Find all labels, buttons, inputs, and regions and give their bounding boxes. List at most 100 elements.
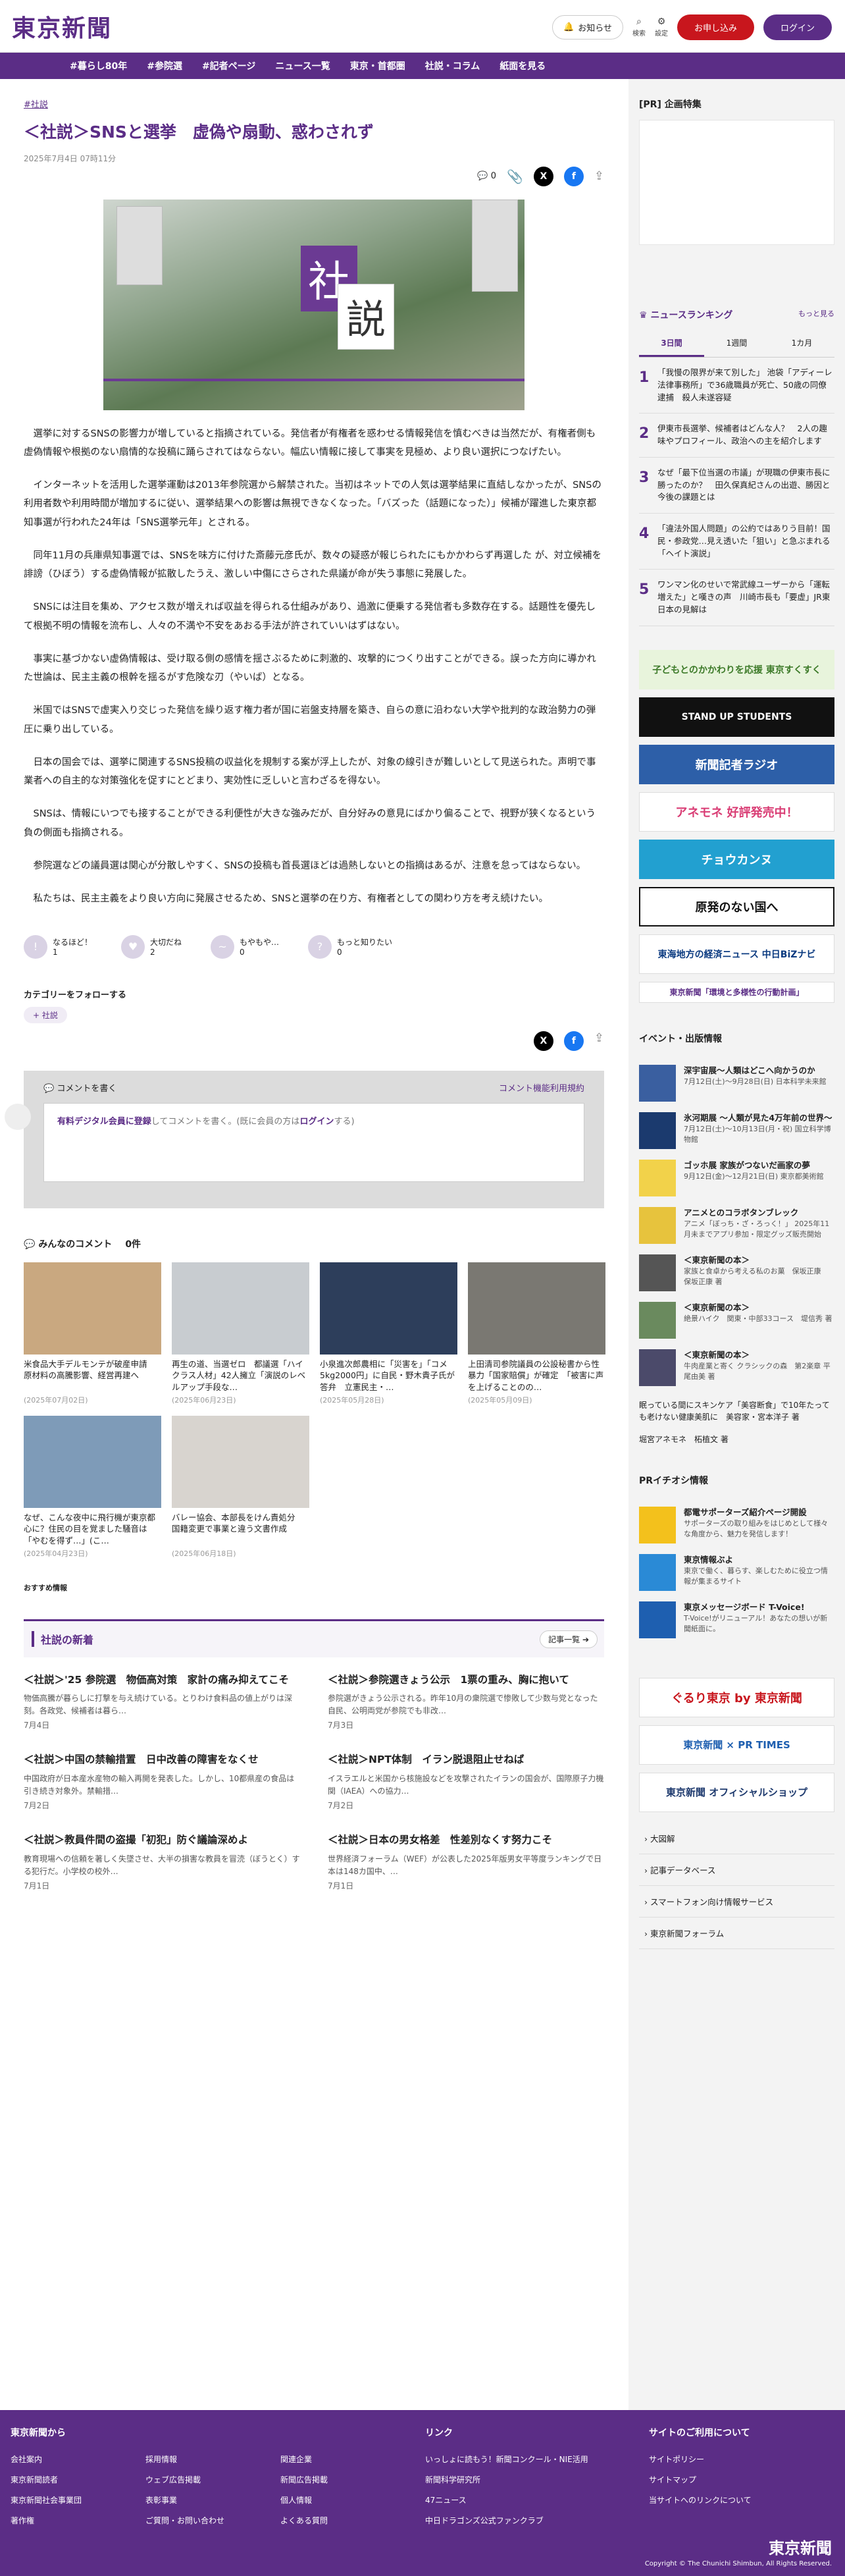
footer-link[interactable]: 47ニュース: [425, 2494, 609, 2506]
footer-link[interactable]: 会社案内: [11, 2454, 145, 2465]
pr-slot[interactable]: [639, 120, 834, 245]
footer-link[interactable]: サイトマップ: [649, 2474, 820, 2485]
event-item[interactable]: ＜東京新聞の本＞ 家族と食卓から考える私のお菓 保坂正康 保坂正康 著: [639, 1254, 834, 1291]
event-item[interactable]: ＜東京新聞の本＞ 牛肉産業と寄く クラシックの森 第2楽章 平尾由美 著: [639, 1349, 834, 1386]
tab-1week[interactable]: 1週間: [704, 331, 769, 357]
settings-button[interactable]: ⚙ 設定: [655, 17, 668, 38]
sidebar-link[interactable]: › スマートフォン向け情報サービス: [639, 1886, 834, 1918]
comment-count[interactable]: 💬 0: [477, 171, 496, 181]
ranking-item[interactable]: 5 ワンマン化のせいで常武線ユーザーから「運転増えた」と嘆きの声 川崎市長も「要虚…: [639, 570, 834, 626]
editorial-item[interactable]: ＜社説＞NPT体制 イラン脱退阻止せねば イスラエルと米国から核施設などを攻撃され…: [328, 1753, 604, 1811]
footer-link[interactable]: 採用情報: [145, 2454, 280, 2465]
tab-3days[interactable]: 3日間: [639, 331, 704, 357]
nav-item[interactable]: #参院選: [147, 59, 182, 72]
footer-link[interactable]: ご質問・お問い合わせ: [145, 2515, 280, 2526]
editorial-item[interactable]: ＜社説＞中国の禁輸措置 日中改善の障害をなくせ 中国政府が日本産水産物の輸入再開を…: [24, 1753, 300, 1811]
related-card[interactable]: 米食品大手デルモンテが破産申請 原材料の高騰影響、経営再建へ (2025年07月0…: [24, 1262, 161, 1405]
banner-shop[interactable]: 東京新聞 オフィシャルショップ: [639, 1772, 834, 1812]
facebook-share-icon[interactable]: f: [563, 166, 584, 186]
reaction-button[interactable]: ♥ 大切だね 2: [121, 934, 182, 959]
site-logo[interactable]: 東京新聞: [12, 9, 112, 43]
editorial-item[interactable]: ＜社説＞'25 参院選 物価高対策 家計の痛み抑えてこそ 物価高騰が暮らしに打撃を…: [24, 1673, 300, 1731]
banner-prtimes[interactable]: 東京新聞 × PR TIMES: [639, 1725, 834, 1765]
reaction-button[interactable]: ? もっと知りたい 0: [308, 934, 392, 959]
sidebar-link[interactable]: › 東京新聞フォーラム: [639, 1918, 834, 1949]
follow-chip[interactable]: + 社説: [24, 1006, 67, 1023]
banner-anemone[interactable]: アネモネ 好評発売中！: [639, 792, 834, 832]
editorial-item[interactable]: ＜社説＞教員件間の盗撮「初犯」防ぐ議論深めよ 教育現場への信頼を著しく失墜させ、大…: [24, 1833, 300, 1891]
event-item[interactable]: ゴッホ展 家族がつないだ画家の夢 9月12日(金)〜12月21日(日) 東京都美術…: [639, 1159, 834, 1196]
banner-radio[interactable]: 新聞記者ラジオ: [639, 744, 834, 784]
banner-bizunavi[interactable]: 東海地方の経済ニュース 中日BiZナビ: [639, 934, 834, 974]
footer-link[interactable]: ウェブ広告掲載: [145, 2474, 280, 2485]
footer-link[interactable]: 関連企業: [280, 2454, 415, 2465]
ranking-item[interactable]: 4 「違法外国人問題」の公約ではありう目前！国民・参政党…見え透いた「狙い」と急ぶ…: [639, 514, 834, 570]
banner-gururi[interactable]: ぐるり東京 by 東京新聞: [639, 1677, 834, 1717]
footer-link[interactable]: 個人情報: [280, 2494, 415, 2506]
nav-item[interactable]: #暮らし80年: [70, 59, 127, 72]
banner-standup[interactable]: STAND UP STUDENTS: [639, 697, 834, 737]
nav-item[interactable]: 紙面を見る: [499, 59, 546, 72]
banner-sukusuku[interactable]: 子どもとのかかわりを応援 東京すくすく: [639, 649, 834, 689]
sidebar-link[interactable]: › 記事データベース: [639, 1854, 834, 1886]
category-tag[interactable]: #社説: [24, 97, 604, 110]
share-icon[interactable]: ⇪: [594, 1031, 604, 1051]
x-share-icon[interactable]: X: [533, 1031, 553, 1051]
reaction-button[interactable]: ~ もやもや… 0: [211, 934, 279, 959]
pr-item[interactable]: 東京メッセージボード T-Voice! T-Voice!がリニューアル！あなたの想…: [639, 1601, 834, 1638]
event-item[interactable]: ＜東京新聞の本＞ 絶景ハイク 関東・中部33コース 堤信秀 著: [639, 1301, 834, 1339]
nav-item[interactable]: ニュース一覧: [275, 59, 330, 72]
footer-link[interactable]: 著作権: [11, 2515, 145, 2526]
related-card[interactable]: 小泉進次郎農相に「災害を」「コメ5kg2000円」に自民・野木貴子氏が答弁 立憲…: [320, 1262, 457, 1405]
footer-link[interactable]: 新聞科学研究所: [425, 2474, 609, 2485]
promo-link[interactable]: 堀宮アネモネ 柘植文 著: [639, 1434, 834, 1445]
editorial-more-button[interactable]: 記事一覧 ➔: [540, 1630, 598, 1648]
nav-item[interactable]: #記者ページ: [202, 59, 255, 72]
register-link[interactable]: 有料デジタル会員に登録: [57, 1117, 151, 1127]
editorial-item[interactable]: ＜社説＞参院選きょう公示 1票の重み、胸に抱いて 参院選がきょう公示される。昨年1…: [328, 1673, 604, 1731]
editorial-item[interactable]: ＜社説＞日本の男女格差 性差別なくす努力こそ 世界経済フォーラム（WEF）が公表し…: [328, 1833, 604, 1891]
footer-link[interactable]: 中日ドラゴンズ公式ファンクラブ: [425, 2515, 609, 2526]
related-card[interactable]: 上田清司参院議員の公設秘書から性暴力「国家賠償」が確定 「被害に声を上げることの…: [468, 1262, 605, 1405]
related-card[interactable]: なぜ、こんな夜中に飛行機が東京都心に？住民の目を覚ました騒音は「やむを得ず…」(…: [24, 1415, 161, 1559]
ranking-more-link[interactable]: もっと見る: [798, 308, 834, 321]
sidebar-link[interactable]: › 大図解: [639, 1823, 834, 1854]
comment-input[interactable]: 有料デジタル会員に登録してコメントを書く。(既に会員の方はログインする): [5, 1102, 584, 1182]
reaction-button[interactable]: ! なるほど！ 1: [24, 934, 92, 959]
footer-link[interactable]: いっしょに読もう！新聞コンクール・NIE活用: [425, 2454, 609, 2465]
clip-icon[interactable]: 📎: [507, 169, 523, 184]
notice-button[interactable]: 🔔 お知らせ: [552, 15, 623, 40]
banner-genpatsu[interactable]: 原発のない国へ: [639, 886, 834, 926]
event-item[interactable]: 氷河期展 〜人類が見た4万年前の世界〜 7月12日(土)〜10月13日(月・祝) …: [639, 1112, 834, 1149]
related-card[interactable]: バレー協会、本部長をけん責処分 国籍変更で事業と違う文書作成 (2025年06月1…: [172, 1415, 309, 1559]
login-button[interactable]: ログイン: [763, 14, 832, 40]
banner-diversity[interactable]: 東京新聞「環境と多様性の行動計画」: [639, 981, 834, 1003]
footer-link[interactable]: 新聞広告掲載: [280, 2474, 415, 2485]
footer-link[interactable]: よくある質問: [280, 2515, 415, 2526]
nav-item[interactable]: 社説・コラム: [425, 59, 480, 72]
facebook-share-icon[interactable]: f: [563, 1031, 584, 1051]
footer-link[interactable]: 表彰事業: [145, 2494, 280, 2506]
ranking-item[interactable]: 2 伊東市長選挙、候補者はどんな人？ 2人の趣味やプロフィール、政治への主を紹介し…: [639, 414, 834, 458]
related-card[interactable]: 再生の道、当選ゼロ 都議選「ハイクラス人材」42人擁立「演説のレベルアップ手段な…: [172, 1262, 309, 1405]
pr-item[interactable]: 都電サポーターズ紹介ページ開設 サポーターズの取り組みをはじめとして様々な角度から…: [639, 1506, 834, 1543]
comment-rules-link[interactable]: コメント機能利用規約: [499, 1081, 584, 1094]
banner-chokan[interactable]: チョウカンヌ: [639, 839, 834, 879]
footer-link[interactable]: 東京新聞社会事業団: [11, 2494, 145, 2506]
footer-link[interactable]: 当サイトへのリンクについて: [649, 2494, 820, 2506]
nav-item[interactable]: 東京・首都圏: [350, 59, 405, 72]
x-share-icon[interactable]: X: [533, 166, 553, 186]
event-item[interactable]: アニメとのコラボタンブレック アニメ「ぼっち・ざ・ろっく！」 2025年11月未ま…: [639, 1206, 834, 1244]
tab-1month[interactable]: 1カ月: [769, 331, 834, 357]
signup-button[interactable]: お申し込み: [677, 14, 754, 40]
search-button[interactable]: ⌕ 検索: [632, 17, 646, 38]
login-link[interactable]: ログイン: [299, 1117, 334, 1127]
event-item[interactable]: 深宇宙展〜人類はどこへ向かうのか 7月12日(土)〜9月28日(日) 日本科学未来…: [639, 1064, 834, 1102]
pr-item[interactable]: 東京情報ぶよ 東京で働く、暮らす、楽しむために役立つ情報が集まるサイト: [639, 1553, 834, 1591]
footer-link[interactable]: 東京新聞読者: [11, 2474, 145, 2485]
ranking-item[interactable]: 3 なぜ「最下位当選の市議」が現職の伊東市長に勝ったのか？ 田久保真紀さんの出遊、…: [639, 458, 834, 514]
footer-link[interactable]: サイトポリシー: [649, 2454, 820, 2465]
promo-link[interactable]: 眠っている間にスキンケア「美容断食」で10年たっても老けない健康美肌に 美容家・…: [639, 1399, 834, 1423]
ranking-item[interactable]: 1 「我慢の限界が来て別した」 池袋「アディーレ法律事務所」で36歳職員が死亡、5…: [639, 358, 834, 414]
share-icon[interactable]: ⇪: [594, 169, 604, 183]
